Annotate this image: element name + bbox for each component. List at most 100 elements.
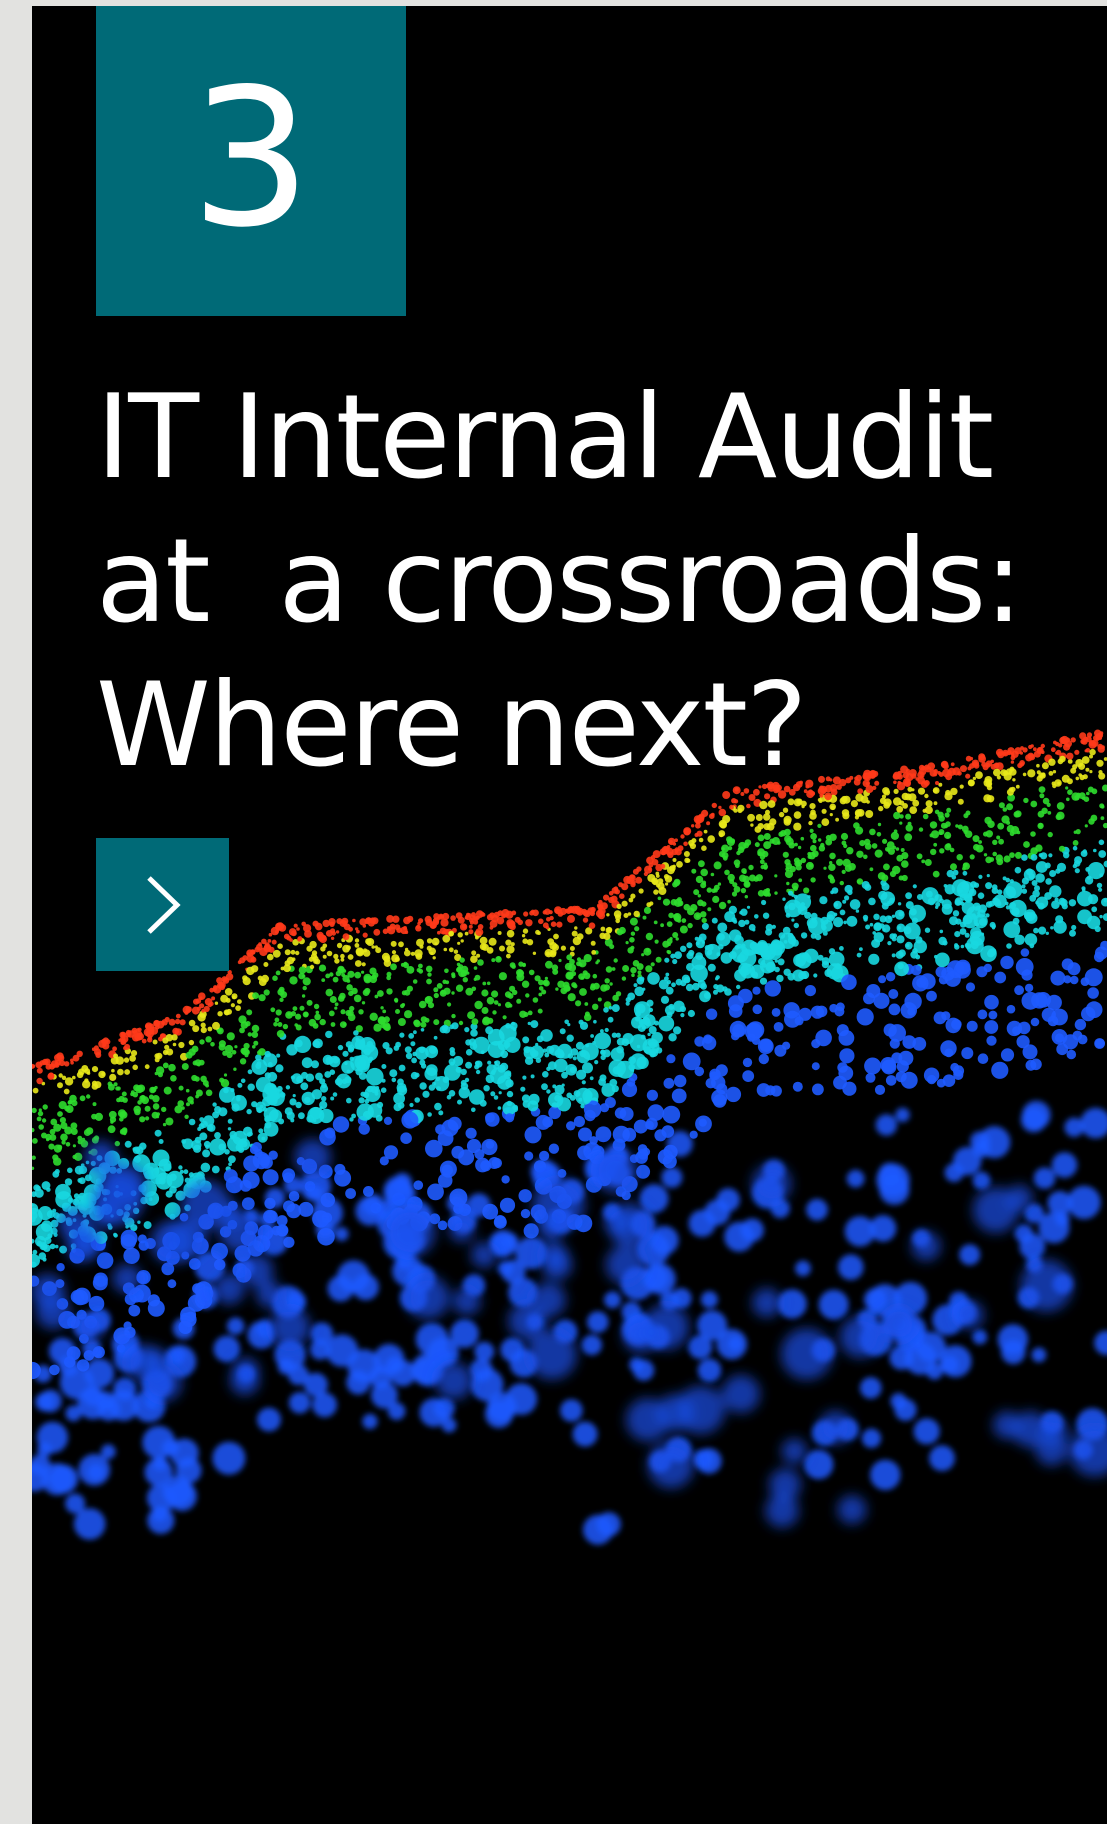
point-cloud-dot [987, 820, 995, 828]
point-cloud-dot [896, 854, 904, 862]
point-cloud-dot [455, 984, 464, 992]
point-cloud-dot [915, 954, 921, 960]
point-cloud-dot [493, 1000, 499, 1005]
point-cloud-dot [560, 1399, 583, 1422]
point-cloud-dot [885, 847, 890, 852]
point-cloud-dot [188, 1039, 195, 1046]
point-cloud-dot [434, 942, 438, 946]
point-cloud-dot [237, 1082, 243, 1088]
point-cloud-dot [311, 950, 318, 956]
point-cloud-dot [809, 828, 814, 834]
point-cloud-dot [781, 1328, 833, 1380]
next-button[interactable] [96, 838, 229, 971]
point-cloud-dot [354, 971, 362, 979]
point-cloud-dot [892, 845, 897, 850]
point-cloud-dot [836, 858, 844, 866]
point-cloud-dot [67, 1099, 73, 1105]
point-cloud-dot [53, 1232, 58, 1237]
point-cloud-dot [409, 1102, 414, 1108]
point-cloud-dot [60, 1133, 68, 1142]
point-cloud-dot [198, 1059, 205, 1066]
point-cloud-dot [212, 1111, 220, 1119]
point-cloud-dot [413, 1030, 417, 1035]
point-cloud-dot [35, 1235, 46, 1247]
point-cloud-dot [889, 933, 896, 940]
point-cloud-dot [707, 963, 716, 972]
point-cloud-dot [345, 1188, 356, 1199]
point-cloud-dot [687, 922, 693, 929]
point-cloud-dot [829, 861, 833, 865]
point-cloud-dot [195, 1094, 200, 1099]
point-cloud-dot [111, 1068, 115, 1073]
point-cloud-dot [691, 824, 695, 828]
point-cloud-dot [32, 1238, 35, 1244]
point-cloud-dot [726, 838, 735, 847]
point-cloud-dot [592, 973, 598, 979]
point-cloud-dot [494, 1060, 498, 1065]
point-cloud-dot [524, 1126, 542, 1144]
point-cloud-dot [630, 967, 637, 974]
point-cloud-dot [1056, 811, 1065, 820]
point-cloud-dot [464, 931, 469, 936]
point-cloud-dot [527, 1021, 531, 1026]
point-cloud-dot [94, 1048, 102, 1056]
point-cloud-dot [1073, 860, 1081, 867]
point-cloud-dot [921, 859, 926, 864]
point-cloud-dot [666, 1054, 676, 1064]
point-cloud-dot [645, 932, 654, 941]
point-cloud-dot [404, 989, 411, 996]
point-cloud-dot [865, 810, 874, 818]
point-cloud-dot [132, 1146, 141, 1154]
point-cloud-dot [989, 857, 995, 862]
point-cloud-dot [32, 1138, 38, 1144]
point-cloud-dot [532, 997, 539, 1003]
point-cloud-dot [268, 1150, 278, 1160]
point-cloud-dot [529, 910, 535, 916]
point-cloud-dot [792, 969, 805, 982]
point-cloud-dot [382, 1009, 387, 1014]
point-cloud-dot [671, 1088, 687, 1104]
point-cloud-dot [655, 874, 660, 878]
point-cloud-dot [575, 1000, 582, 1007]
article-card[interactable]: 3 IT Internal Audit at a crossroads: Whe… [32, 6, 1107, 1824]
point-cloud-dot [482, 981, 487, 986]
point-cloud-dot [941, 903, 953, 915]
point-cloud-dot [850, 800, 859, 808]
point-cloud-dot [295, 1024, 302, 1031]
point-cloud-dot [777, 841, 781, 845]
point-cloud-dot [1067, 1185, 1101, 1220]
point-cloud-dot [49, 1128, 56, 1135]
point-cloud-dot [290, 1011, 296, 1017]
point-cloud-dot [885, 1075, 897, 1086]
point-cloud-dot [437, 1173, 453, 1188]
point-cloud-dot [846, 847, 854, 855]
point-cloud-dot [385, 1047, 393, 1055]
point-cloud-dot [1041, 1007, 1056, 1022]
point-cloud-dot [566, 1092, 573, 1099]
point-cloud-dot [241, 1197, 255, 1210]
point-cloud-dot [351, 1113, 356, 1119]
point-cloud-dot [334, 1163, 346, 1175]
point-cloud-dot [988, 1010, 998, 1020]
point-cloud-dot [205, 1089, 213, 1097]
point-cloud-dot [718, 805, 722, 810]
point-cloud-dot [913, 1418, 940, 1445]
point-cloud-dot [139, 1116, 146, 1123]
point-cloud-dot [211, 996, 216, 1001]
point-cloud-dot [334, 1227, 349, 1241]
point-cloud-dot [371, 945, 376, 949]
article-title[interactable]: IT Internal Audit at a crossroads: Where… [96, 366, 1096, 798]
point-cloud-dot [1038, 926, 1047, 935]
point-cloud-dot [618, 926, 626, 935]
point-cloud-dot [491, 958, 496, 963]
point-cloud-dot [879, 1174, 910, 1205]
point-cloud-dot [626, 1398, 670, 1442]
point-cloud-dot [257, 1050, 262, 1056]
point-cloud-dot [361, 970, 365, 974]
point-cloud-dot [991, 884, 998, 890]
point-cloud-dot [354, 938, 360, 943]
point-cloud-dot [638, 888, 644, 894]
point-cloud-dot [477, 959, 484, 966]
point-cloud-dot [651, 877, 659, 885]
point-cloud-dot [404, 949, 411, 957]
